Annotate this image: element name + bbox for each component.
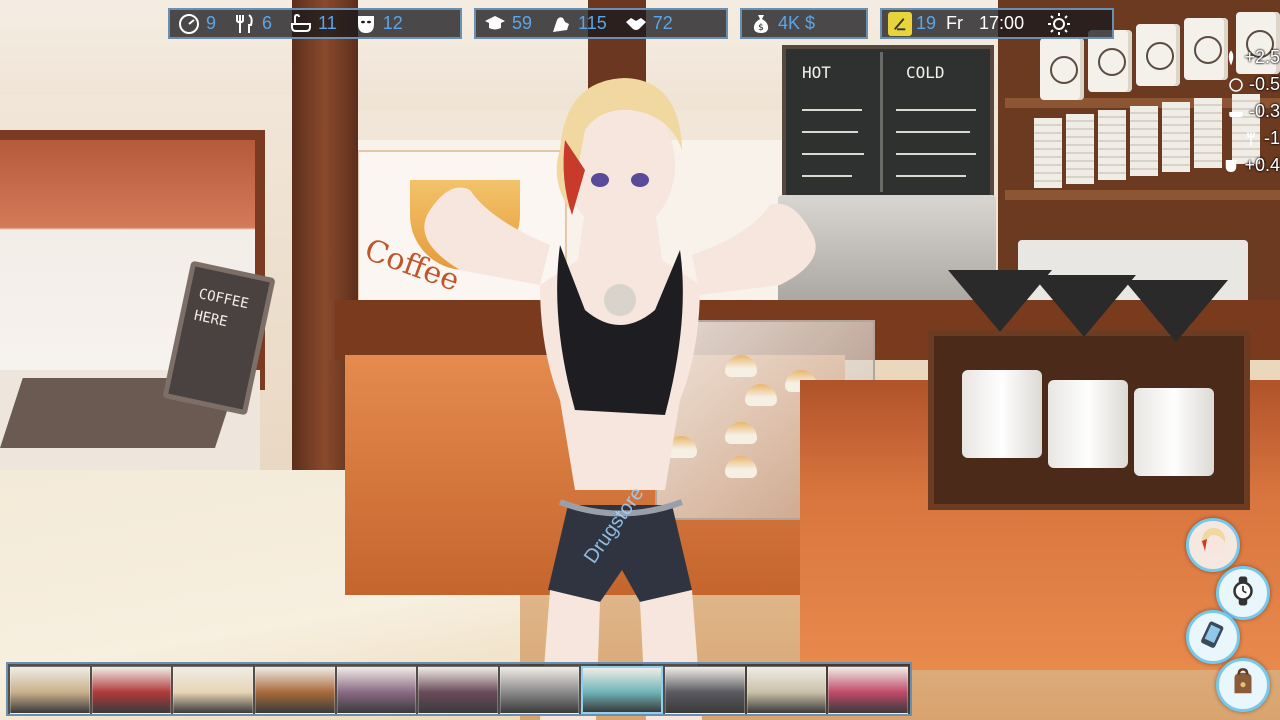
cup-stack (1162, 102, 1190, 172)
modifier-hunger: -0.5 (1200, 71, 1280, 98)
social-value: 72 (652, 13, 673, 33)
location-thumbnail-cafe[interactable] (581, 666, 664, 714)
social-handshake-icon[interactable] (623, 11, 649, 37)
menu-cold-label: COLD (906, 63, 945, 82)
fitness-arm-icon[interactable] (548, 11, 574, 37)
cup-stack (1098, 110, 1126, 180)
bean-hopper (1124, 280, 1228, 342)
intellect-value: 59 (512, 13, 533, 33)
money-bag-icon[interactable]: $ (748, 11, 774, 37)
modifier-food: -1 (1200, 125, 1280, 152)
character-sprite[interactable] (400, 70, 840, 720)
location-thumbnail-mall[interactable] (10, 666, 90, 714)
modifier-mood: +0.4 (1200, 152, 1280, 179)
location-thumbnail-restaurant[interactable] (746, 666, 827, 714)
gauge-icon (1225, 74, 1247, 96)
phone-button[interactable] (1186, 610, 1240, 664)
energy-gauge-icon[interactable] (176, 11, 202, 37)
location-thumbnail-bakery[interactable] (173, 666, 253, 714)
fork-icon (1240, 128, 1262, 150)
location-thumbnail-store[interactable] (336, 666, 417, 714)
needs-panel: 9 6 11 12 (168, 8, 462, 39)
hygiene-bathtub-icon[interactable] (288, 11, 314, 37)
location-thumbnail-gym[interactable] (665, 666, 745, 714)
canister (1048, 380, 1128, 468)
bathtub-icon (1225, 101, 1247, 123)
shelf-middle (1005, 190, 1280, 200)
modifier-hygiene: -0.3 (1200, 98, 1280, 125)
wristwatch-icon (1226, 574, 1260, 612)
weekday: Fr (946, 13, 964, 33)
location-thumbnail-arcade[interactable] (91, 666, 172, 714)
modifier-value: -0.3 (1248, 101, 1280, 121)
energy-value: 9 (206, 13, 217, 33)
canister (1134, 388, 1214, 476)
cup-stack (1066, 114, 1094, 184)
clock-time: 17:00 (979, 13, 1025, 33)
location-thumbnail-bar[interactable] (418, 666, 498, 714)
canister (962, 370, 1042, 458)
money-panel: $ 4K $ (740, 8, 868, 39)
inventory-button[interactable] (1216, 658, 1270, 712)
cafe-scene: Coffee COFFEE HERE HOT COLD Drugstore (0, 0, 1280, 720)
modifier-value: +0.4 (1244, 155, 1280, 175)
bean-hopper (1032, 275, 1136, 337)
calendar-icon[interactable] (888, 11, 912, 36)
education-cap-icon[interactable] (482, 11, 508, 37)
coffee-bag (1040, 38, 1084, 100)
menu-divider (880, 52, 883, 192)
time-panel: 19 Fr 17:00 (880, 8, 1114, 39)
character-portrait-button[interactable] (1186, 518, 1240, 572)
energy-icon (1220, 47, 1242, 69)
coffee-bag (1088, 30, 1132, 92)
backpack-icon (1226, 666, 1260, 704)
modifier-value: -0.5 (1248, 74, 1280, 94)
modifier-value: -1 (1263, 128, 1280, 148)
location-thumbnail-library[interactable] (254, 666, 335, 714)
hunger-value: 6 (262, 13, 273, 33)
stat-modifiers: +2.5 -0.5 -0.3 -1 +0.4 (1200, 44, 1280, 179)
sun-icon (1046, 11, 1072, 37)
money-value: 4K $ (778, 13, 816, 33)
modifier-value: +2.5 (1244, 47, 1280, 67)
coffee-bag (1136, 24, 1180, 86)
mask-icon (1220, 155, 1242, 177)
cup-stack (1130, 106, 1158, 176)
smartphone-icon (1196, 618, 1230, 656)
svg-text:$: $ (758, 23, 764, 33)
hunger-fork-knife-icon[interactable] (232, 11, 258, 37)
location-bar (6, 662, 912, 716)
cup-stack (1034, 118, 1062, 188)
location-thumbnail-boutique[interactable] (828, 666, 909, 714)
location-thumbnail-kitchen[interactable] (499, 666, 580, 714)
hygiene-value: 11 (318, 13, 337, 33)
skills-panel: 59 115 72 (474, 8, 728, 39)
mood-mask-icon[interactable] (353, 11, 379, 37)
fitness-value: 115 (578, 13, 607, 33)
modifier-energy: +2.5 (1200, 44, 1280, 71)
day-number: 19 (916, 13, 937, 33)
character-portrait-icon (1193, 523, 1233, 567)
mood-value: 12 (382, 13, 403, 33)
